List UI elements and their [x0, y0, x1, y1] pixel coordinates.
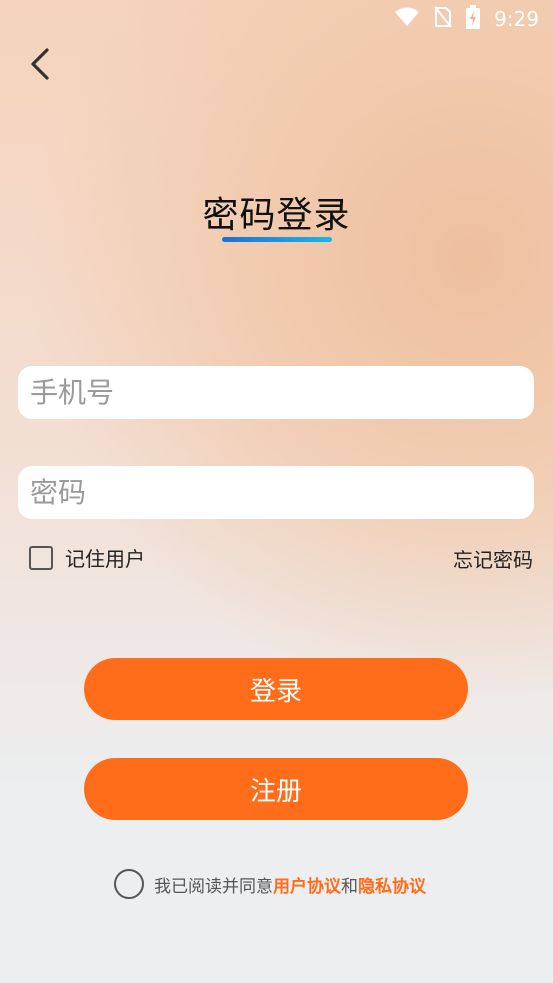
status-bar: 9:29: [0, 0, 553, 38]
page-title: 密码登录: [202, 195, 351, 236]
register-button[interactable]: 注册: [84, 758, 468, 820]
back-button[interactable]: [22, 46, 58, 86]
title-underline: [222, 237, 332, 242]
remember-label: 记住用户: [65, 547, 145, 571]
privacy-policy-link[interactable]: 隐私协议: [358, 877, 426, 897]
forgot-password-link[interactable]: 忘记密码: [453, 544, 533, 573]
battery-charging-icon: [466, 4, 481, 34]
phone-field[interactable]: [18, 366, 534, 419]
agreement-prefix: 我已阅读并同意: [154, 876, 273, 897]
phone-input[interactable]: [28, 375, 524, 410]
remember-user[interactable]: 记住用户: [29, 543, 145, 572]
agreement: 我已阅读并同意用户协议和隐私协议: [114, 869, 426, 899]
back-arrow-icon: [29, 47, 51, 85]
agreement-conjunction: 和: [341, 876, 358, 897]
no-sim-icon: [434, 5, 452, 33]
agreement-radio[interactable]: [114, 869, 144, 899]
password-input[interactable]: [28, 475, 524, 510]
status-time: 9:29: [494, 7, 539, 31]
remember-checkbox[interactable]: [29, 545, 53, 570]
wifi-icon: [394, 7, 420, 32]
password-field[interactable]: [18, 466, 534, 519]
login-button[interactable]: 登录: [84, 658, 468, 720]
user-agreement-link[interactable]: 用户协议: [273, 877, 341, 897]
title-wrap: 密码登录: [0, 186, 553, 238]
